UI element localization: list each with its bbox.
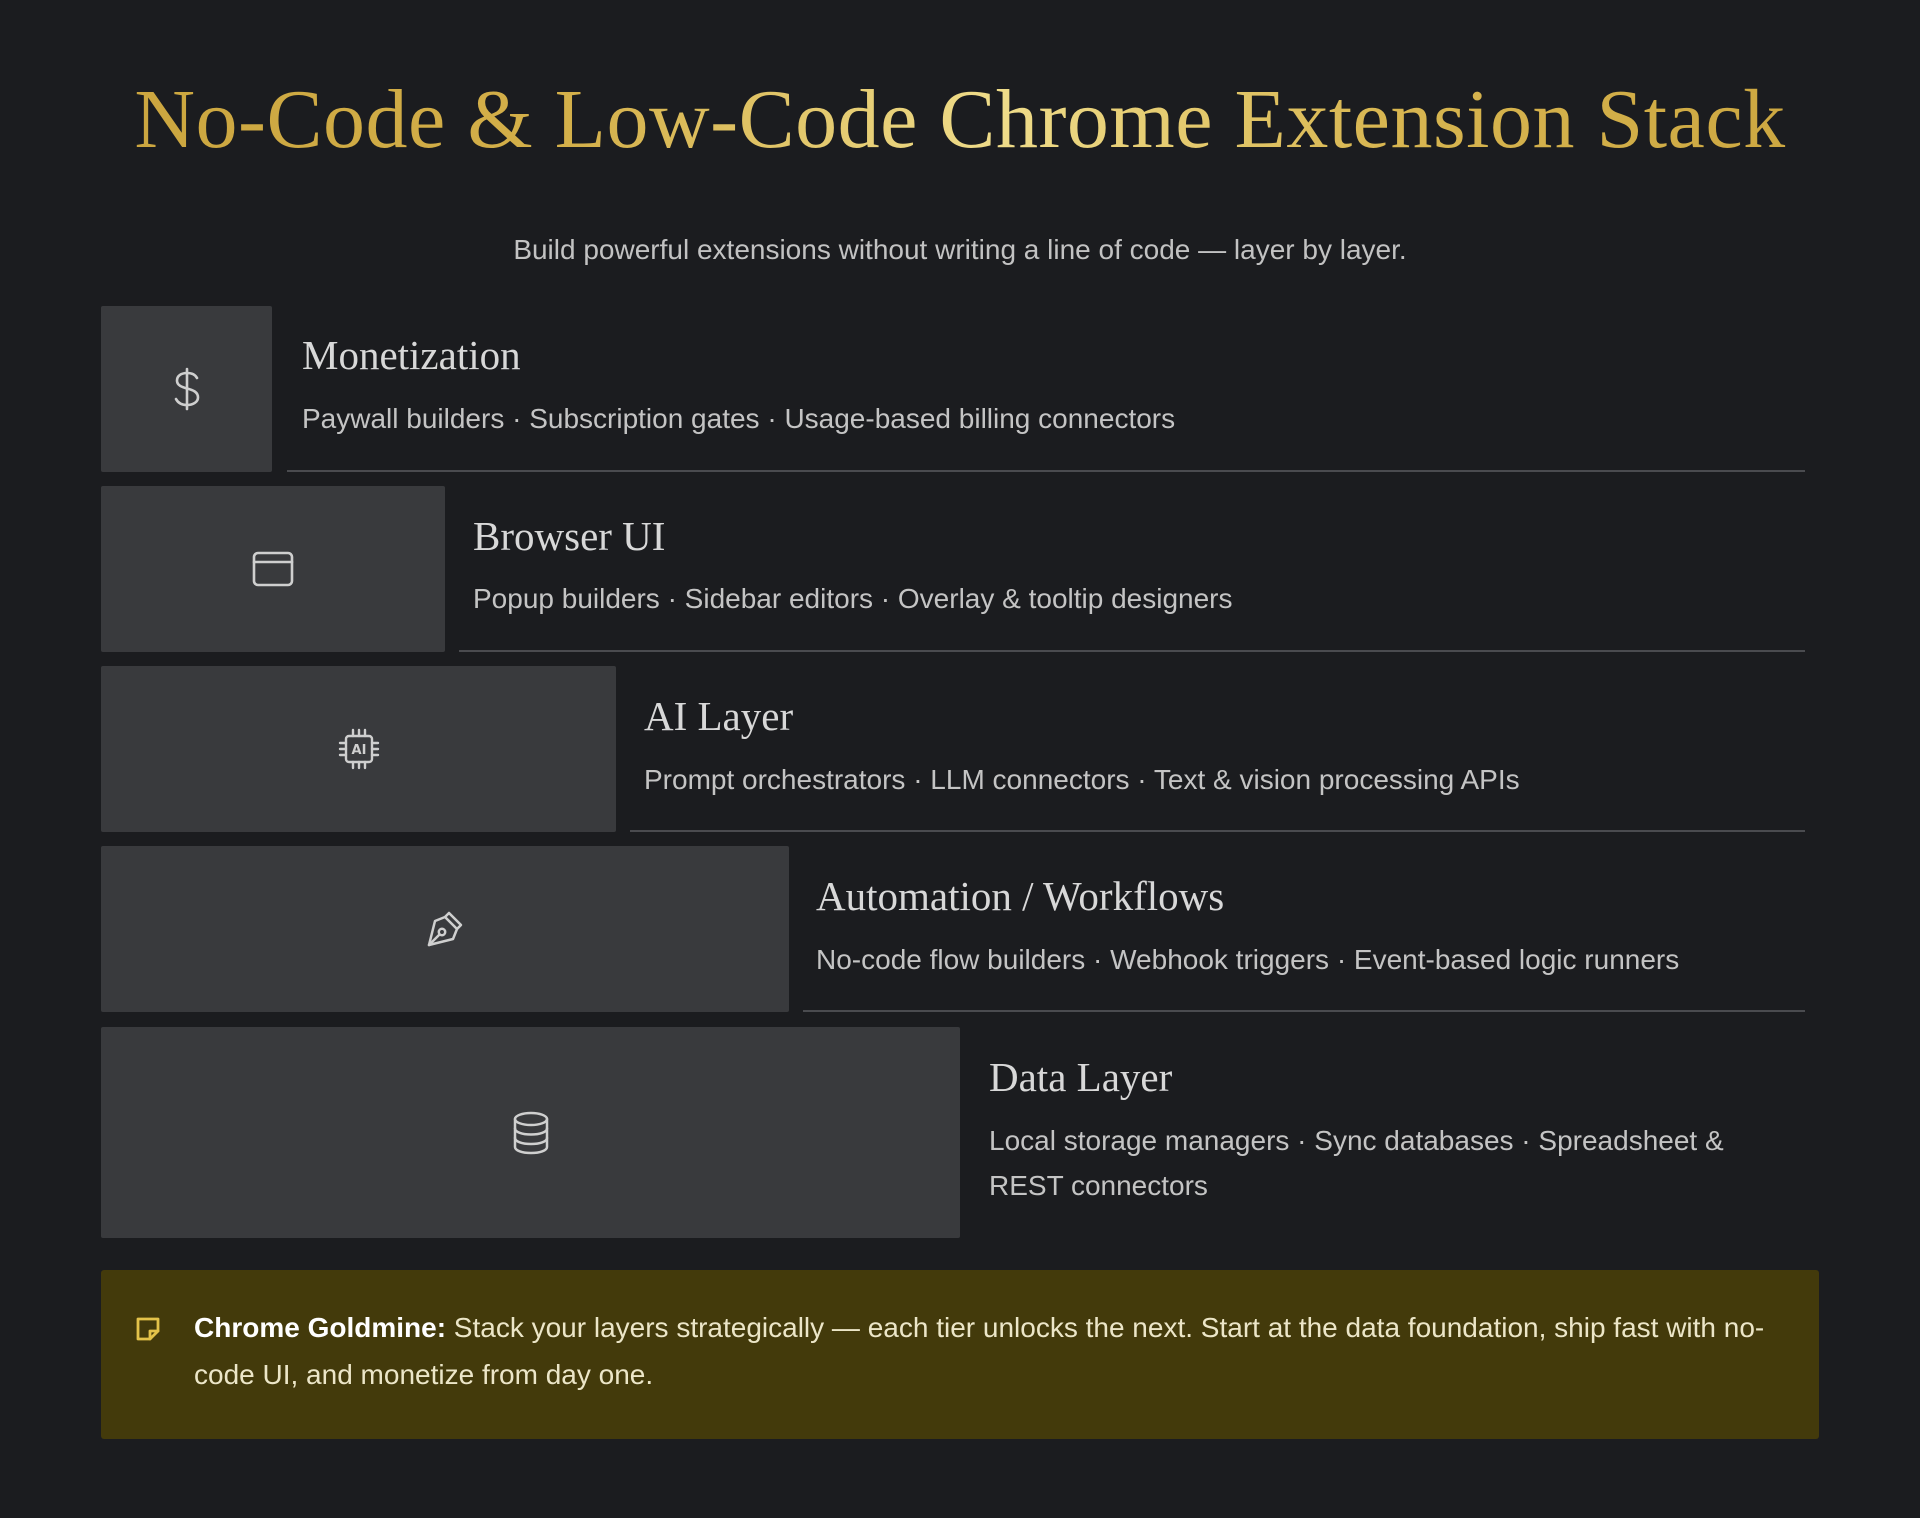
callout-box: Chrome Goldmine: Stack your layers strat…: [101, 1270, 1819, 1439]
ai-chip-icon: AI: [337, 727, 381, 771]
layer-desc-monetization: Paywall builders · Subscription gates · …: [302, 403, 1176, 434]
callout-label: Chrome Goldmine:: [194, 1312, 447, 1343]
layer-divider: [803, 1010, 1805, 1012]
layer-automation: Automation / Workflows No-code flow buil…: [101, 846, 1805, 1012]
layer-block-data: [101, 1027, 960, 1238]
layer-divider: [287, 470, 1805, 472]
layer-title-ai: AI Layer: [644, 693, 794, 739]
database-icon: [509, 1109, 553, 1157]
layer-desc-ai: Prompt orchestrators · LLM connectors · …: [644, 764, 1520, 795]
layer-title-monetization: Monetization: [302, 332, 521, 378]
layer-title-automation: Automation / Workflows: [816, 873, 1225, 919]
layer-block-browser-ui: [101, 486, 445, 652]
layer-title-browser-ui: Browser UI: [473, 513, 666, 559]
page-title: No-Code & Low-Code Chrome Extension Stac…: [0, 70, 1920, 170]
browser-window-icon: [251, 549, 295, 589]
layer-browser-ui: Browser UI Popup builders · Sidebar edit…: [101, 486, 1805, 652]
layer-title-data: Data Layer: [989, 1054, 1173, 1100]
callout-text: Chrome Goldmine: Stack your layers strat…: [194, 1304, 1774, 1398]
dollar-icon: [167, 365, 207, 413]
layer-data: Data Layer Local storage managers · Sync…: [101, 1027, 1805, 1238]
layer-divider: [459, 650, 1805, 652]
layer-desc-browser-ui: Popup builders · Sidebar editors · Overl…: [473, 583, 1233, 614]
svg-text:AI: AI: [351, 743, 366, 758]
layer-block-ai: AI: [101, 666, 616, 832]
pen-nib-icon: [423, 907, 467, 951]
page-subtitle: Build powerful extensions without writin…: [513, 234, 1407, 265]
layer-block-monetization: [101, 306, 272, 472]
layer-block-automation: [101, 846, 789, 1012]
note-icon: [133, 1314, 163, 1349]
layer-divider: [630, 830, 1805, 832]
layer-monetization: Monetization Paywall builders · Subscrip…: [101, 306, 1805, 472]
layer-ai: AI AI Layer Prompt orchestrators · LLM c…: [101, 666, 1805, 832]
layer-desc-data: Local storage managers · Sync databases …: [989, 1125, 1724, 1201]
layer-desc-automation: No-code flow builders · Webhook triggers…: [816, 944, 1680, 975]
